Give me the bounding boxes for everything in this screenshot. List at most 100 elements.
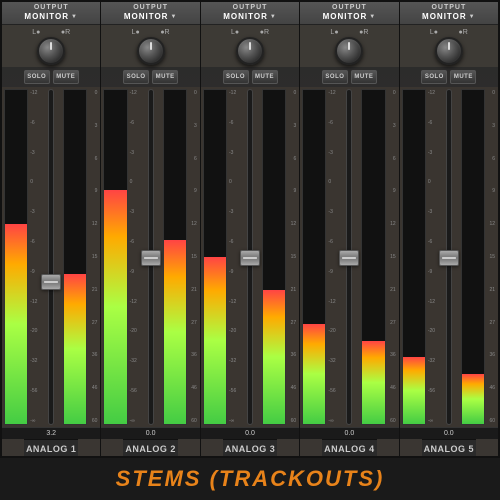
solo-button[interactable]: SOLO bbox=[24, 70, 50, 84]
scale-label: -12 bbox=[130, 90, 138, 96]
scale-label: -56 bbox=[130, 388, 138, 394]
fader-track-container bbox=[438, 89, 460, 425]
scale-label: -12 bbox=[229, 90, 237, 96]
scale-label: 21 bbox=[288, 287, 296, 293]
scale-label: -6 bbox=[30, 239, 38, 245]
fader-track[interactable] bbox=[247, 89, 253, 425]
scale-label: 36 bbox=[189, 352, 197, 358]
scale-label: 36 bbox=[89, 352, 97, 358]
mute-button[interactable]: MUTE bbox=[450, 70, 476, 84]
scale-label: -6 bbox=[229, 239, 237, 245]
monitor-label[interactable]: MONITOR bbox=[124, 12, 178, 22]
scale-right: 036912152127364660 bbox=[287, 89, 297, 425]
solo-mute-row: SOLOMUTE bbox=[223, 70, 278, 84]
fader-handle[interactable] bbox=[141, 250, 161, 266]
channel-header-4: OUTPUTMONITOR bbox=[300, 2, 398, 25]
output-label: OUTPUT bbox=[233, 4, 268, 12]
scale-label: 15 bbox=[189, 254, 197, 260]
knob-area: L● ●R bbox=[101, 25, 199, 67]
fader-handle[interactable] bbox=[339, 250, 359, 266]
output-label: OUTPUT bbox=[332, 4, 367, 12]
volume-knob[interactable] bbox=[37, 37, 65, 65]
scale-label: -56 bbox=[229, 388, 237, 394]
scale-label: 6 bbox=[487, 156, 495, 162]
scale-right: 036912152127364660 bbox=[387, 89, 397, 425]
l-label: L● bbox=[231, 29, 239, 36]
right-meter-fill bbox=[462, 374, 484, 424]
r-label: ●R bbox=[160, 29, 169, 36]
scale-label: 60 bbox=[89, 418, 97, 424]
scale-label: -12 bbox=[229, 299, 237, 305]
left-meter bbox=[302, 89, 326, 425]
scale-label: -6 bbox=[30, 120, 38, 126]
channel-header-5: OUTPUTMONITOR bbox=[400, 2, 498, 25]
scale-label: -∞ bbox=[30, 418, 38, 424]
scale-label: -32 bbox=[229, 358, 237, 364]
monitor-label[interactable]: MONITOR bbox=[323, 12, 377, 22]
scale-label: -20 bbox=[428, 328, 436, 334]
mixer-section: OUTPUTMONITORL●●RSOLOMUTE-12-6-30-3-6-9-… bbox=[0, 0, 500, 458]
l-label: L● bbox=[132, 29, 140, 36]
solo-button[interactable]: SOLO bbox=[123, 70, 149, 84]
right-meter bbox=[361, 89, 385, 425]
right-meter bbox=[63, 89, 87, 425]
scale-label: 12 bbox=[487, 221, 495, 227]
monitor-label[interactable]: MONITOR bbox=[422, 12, 476, 22]
knob-area: L●●R bbox=[300, 25, 398, 67]
scale-label: -32 bbox=[30, 358, 38, 364]
fader-track[interactable] bbox=[446, 89, 452, 425]
volume-knob[interactable] bbox=[137, 37, 165, 65]
solo-button[interactable]: SOLO bbox=[223, 70, 249, 84]
channel-name-1: ANALOG 1 bbox=[24, 439, 79, 456]
scale-label: 0 bbox=[487, 90, 495, 96]
left-meter bbox=[103, 89, 127, 425]
mute-button[interactable]: MUTE bbox=[252, 70, 278, 84]
fader-section: -12-6-30-3-6-9-12-20-32-56-∞036912152127… bbox=[101, 87, 199, 427]
scale-label: -3 bbox=[130, 209, 138, 215]
scale-label: -32 bbox=[428, 358, 436, 364]
left-meter bbox=[203, 89, 227, 425]
monitor-label[interactable]: MONITOR bbox=[223, 12, 277, 22]
fader-handle[interactable] bbox=[439, 250, 459, 266]
volume-knob[interactable] bbox=[335, 37, 363, 65]
volume-knob[interactable] bbox=[236, 37, 264, 65]
fader-track[interactable] bbox=[148, 89, 154, 425]
scale-label: -56 bbox=[428, 388, 436, 394]
mute-button[interactable]: MUTE bbox=[351, 70, 377, 84]
monitor-label[interactable]: MONITOR bbox=[24, 12, 78, 22]
mute-button[interactable]: MUTE bbox=[53, 70, 79, 84]
fader-track[interactable] bbox=[346, 89, 352, 425]
mute-button[interactable]: MUTE bbox=[152, 70, 178, 84]
scale-label: 36 bbox=[388, 352, 396, 358]
scale-label: 15 bbox=[487, 254, 495, 260]
right-meter bbox=[163, 89, 187, 425]
scale-label: -12 bbox=[428, 299, 436, 305]
solo-button[interactable]: SOLO bbox=[421, 70, 447, 84]
left-meter-fill bbox=[204, 257, 226, 424]
scale-label: 12 bbox=[189, 221, 197, 227]
channel-name-2: ANALOG 2 bbox=[123, 439, 178, 456]
volume-knob[interactable] bbox=[435, 37, 463, 65]
scale-label: 3 bbox=[487, 123, 495, 129]
scale-label: -6 bbox=[130, 120, 138, 126]
scale-label: -20 bbox=[130, 328, 138, 334]
channel-3: OUTPUTMONITORL●●RSOLOMUTE-12-6-30-3-6-9-… bbox=[201, 2, 300, 456]
right-meter-fill bbox=[263, 290, 285, 424]
scale-label: -12 bbox=[30, 299, 38, 305]
scale-label: 60 bbox=[388, 418, 396, 424]
fader-handle[interactable] bbox=[41, 274, 61, 290]
scale-label: 21 bbox=[388, 287, 396, 293]
scale-label: 3 bbox=[288, 123, 296, 129]
scale-label: -9 bbox=[229, 269, 237, 275]
fader-handle[interactable] bbox=[240, 250, 260, 266]
channel-2: OUTPUTMONITORL●●RSOLOMUTE-12-6-30-3-6-9-… bbox=[101, 2, 200, 456]
channel-header-2: OUTPUTMONITOR bbox=[101, 2, 199, 25]
scale-label: 0 bbox=[229, 179, 237, 185]
solo-button[interactable]: SOLO bbox=[322, 70, 348, 84]
left-meter-fill bbox=[403, 357, 425, 424]
fader-track[interactable] bbox=[48, 89, 54, 425]
scale-label: 6 bbox=[388, 156, 396, 162]
scale-label: 27 bbox=[288, 320, 296, 326]
scale-label: 0 bbox=[288, 90, 296, 96]
r-label: ●R bbox=[459, 29, 468, 36]
